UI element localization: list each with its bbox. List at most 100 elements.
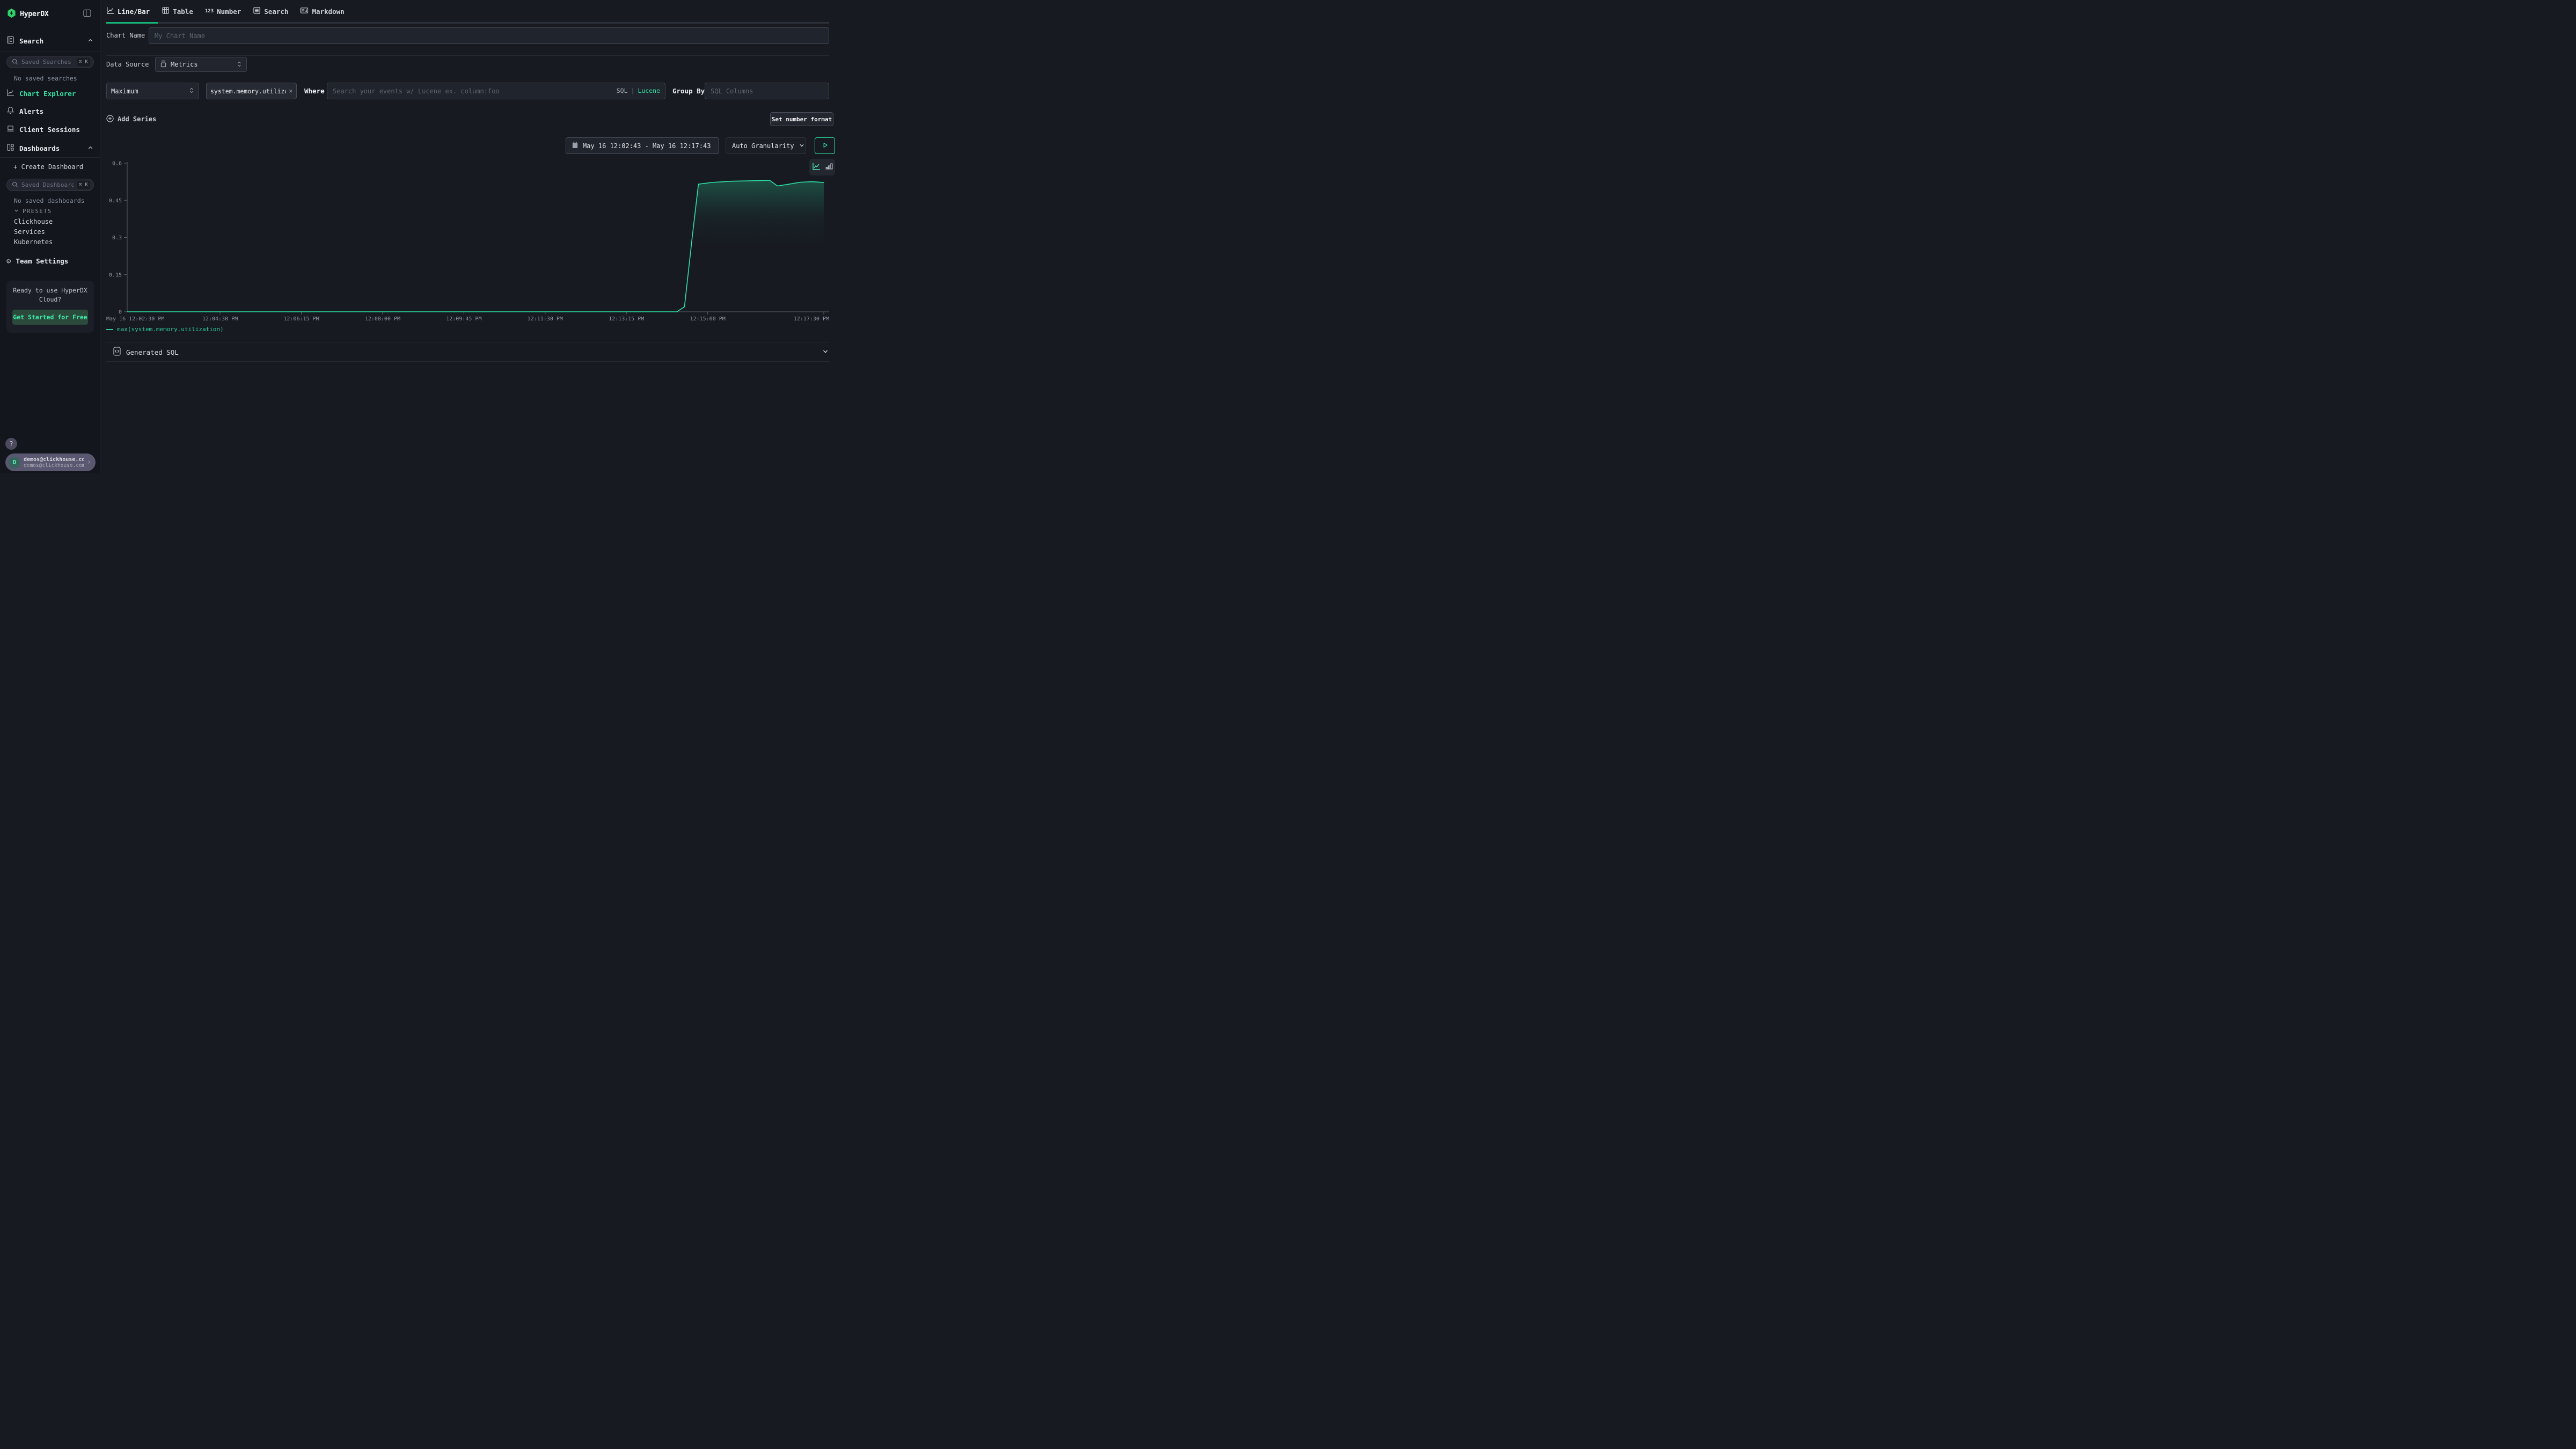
line-chart-icon [106, 6, 114, 17]
run-query-button[interactable] [815, 137, 835, 154]
sql-mode-button[interactable]: SQL [617, 87, 628, 94]
collapse-sidebar-icon[interactable] [83, 9, 91, 19]
data-source-select[interactable]: Metrics [155, 57, 247, 72]
sidebar-item-chart-explorer-label: Chart Explorer [19, 90, 76, 98]
data-source-value: Metrics [171, 61, 233, 68]
generated-sql-toggle[interactable]: Generated SQL [113, 346, 829, 358]
divider [106, 361, 829, 362]
tab-number[interactable]: 123 Number [205, 0, 241, 23]
sidebar-item-alerts[interactable]: Alerts [6, 107, 94, 116]
legend-swatch [106, 329, 113, 330]
preset-services[interactable]: Services [14, 228, 45, 236]
close-icon[interactable]: ✕ [289, 87, 292, 94]
app-logo[interactable]: HyperDX [7, 6, 48, 22]
svg-text:0: 0 [119, 310, 122, 316]
chevron-down-icon [822, 347, 829, 357]
chevron-up-icon[interactable] [87, 143, 94, 153]
plus-circle-icon [106, 114, 114, 125]
table-icon [162, 6, 170, 17]
sidebar: HyperDX Search Saved Searches ⌘ K No sav… [0, 0, 100, 473]
search-icon [12, 180, 18, 190]
no-saved-searches-note: No saved searches [14, 75, 77, 82]
avatar: D [9, 457, 20, 469]
chevron-up-icon[interactable] [87, 36, 94, 46]
chevron-down-icon [13, 208, 19, 215]
saved-dashboards-input[interactable]: Saved Dashboards ⌘ K [6, 179, 94, 191]
aggregation-select[interactable]: Maximum [106, 83, 199, 99]
chart-line-icon [6, 89, 14, 99]
sidebar-section-dashboards[interactable]: Dashboards [6, 143, 94, 153]
chart-legend[interactable]: max(system.memory.utilization) [106, 326, 224, 333]
sidebar-item-chart-explorer[interactable]: Chart Explorer [6, 89, 94, 98]
svg-text:0.3: 0.3 [112, 235, 122, 241]
cmd-k-badge: ⌘ K [77, 181, 90, 189]
play-icon [822, 141, 829, 151]
group-by-label: Group By [672, 87, 705, 95]
saved-searches-placeholder: Saved Searches [21, 58, 74, 65]
tab-markdown[interactable]: Markdown [300, 0, 344, 23]
sidebar-item-team-settings-label: Team Settings [16, 257, 68, 265]
sidebar-item-client-sessions[interactable]: Client Sessions [6, 125, 94, 134]
metric-tag-value: system.memory.utiliza [210, 87, 286, 95]
sidebar-item-client-sessions-label: Client Sessions [19, 126, 80, 134]
tab-line-bar[interactable]: Line/Bar [106, 0, 150, 23]
list-box-icon [253, 6, 261, 17]
group-by-input[interactable] [705, 83, 829, 99]
chevron-down-icon [799, 141, 805, 151]
dashboards-icon [6, 143, 14, 153]
preset-kubernetes[interactable]: Kubernetes [14, 238, 53, 246]
svg-text:May 16 12:02:30 PM: May 16 12:02:30 PM [106, 316, 164, 322]
mode-separator: | [631, 87, 635, 94]
granularity-select[interactable]: Auto Granularity [726, 137, 806, 154]
code-icon [113, 347, 121, 358]
where-field-wrap: SQL | Lucene [327, 83, 665, 99]
hyperdx-app: HyperDX Search Saved Searches ⌘ K No sav… [0, 0, 841, 473]
sidebar-section-dashboards-label: Dashboards [19, 144, 82, 152]
markdown-icon [300, 6, 309, 17]
sidebar-section-search-label: Search [19, 37, 82, 45]
sidebar-section-search[interactable]: Search [6, 35, 94, 46]
svg-text:0.45: 0.45 [109, 198, 122, 204]
metric-tag[interactable]: system.memory.utiliza ✕ [206, 83, 297, 99]
saved-searches-input[interactable]: Saved Searches ⌘ K [6, 56, 94, 68]
svg-text:12:06:15 PM: 12:06:15 PM [283, 316, 319, 322]
tab-table[interactable]: Table [162, 0, 193, 23]
svg-text:0.6: 0.6 [112, 161, 122, 167]
date-range-input[interactable]: May 16 12:02:43 - May 16 12:17:43 [566, 137, 719, 154]
get-started-button[interactable]: Get Started for Free [12, 310, 88, 325]
bell-icon [6, 106, 14, 116]
no-saved-dashboards-note: No saved dashboards [14, 197, 85, 204]
where-label: Where [304, 87, 325, 95]
database-icon [160, 60, 167, 70]
svg-text:12:09:45 PM: 12:09:45 PM [446, 316, 481, 322]
svg-text:12:15:00 PM: 12:15:00 PM [690, 316, 726, 322]
presets-label: PRESETS [23, 208, 52, 215]
main-content: Line/Bar Table 123 Number Search [101, 0, 841, 473]
sidebar-item-alerts-label: Alerts [19, 107, 43, 115]
preset-clickhouse[interactable]: Clickhouse [14, 218, 53, 225]
create-dashboard-button[interactable]: + Create Dashboard [13, 163, 83, 171]
updown-chevron-icon [189, 86, 194, 96]
set-number-format-button[interactable]: Set number format [770, 112, 833, 126]
help-button[interactable]: ? [5, 438, 17, 450]
user-team: demos@clickhouse.com's [24, 463, 84, 469]
divider [0, 157, 100, 158]
add-series-label: Add Series [118, 115, 156, 123]
calendar-icon [572, 141, 579, 151]
chart-name-input[interactable] [149, 27, 829, 44]
legend-series-label: max(system.memory.utilization) [117, 326, 224, 333]
numbers-icon: 123 [205, 9, 214, 14]
lucene-mode-button[interactable]: Lucene [638, 87, 660, 94]
timeseries-chart[interactable]: 00.150.30.450.6May 16 12:02:30 PM12:04:3… [101, 158, 836, 326]
presets-header[interactable]: PRESETS [13, 208, 52, 215]
user-menu[interactable]: D demos@clickhouse.com demos@clickhouse.… [5, 453, 96, 471]
updown-chevron-icon [237, 60, 242, 70]
add-series-button[interactable]: Add Series [106, 114, 156, 124]
where-input[interactable] [327, 83, 665, 99]
query-language-toggle: SQL | Lucene [617, 87, 660, 94]
cloud-promo-card: Ready to use HyperDX Cloud? Get Started … [6, 281, 94, 333]
sidebar-item-team-settings[interactable]: ⚙ Team Settings [6, 257, 94, 266]
svg-text:12:13:15 PM: 12:13:15 PM [609, 316, 644, 322]
tab-search[interactable]: Search [253, 0, 288, 23]
tab-underline-track [106, 22, 829, 24]
